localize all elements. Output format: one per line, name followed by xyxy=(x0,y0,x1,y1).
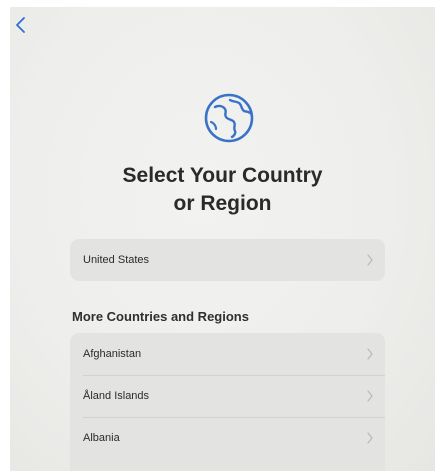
country-row-aland-islands[interactable]: Åland Islands xyxy=(70,375,385,417)
chevron-right-icon xyxy=(367,348,373,360)
more-countries-list: Afghanistan Åland Islands Albania xyxy=(70,333,385,471)
country-label: United States xyxy=(83,254,150,266)
chevron-right-icon xyxy=(367,432,373,444)
chevron-right-icon xyxy=(367,390,373,402)
page-title-line-2: or Region xyxy=(173,192,272,215)
photo-frame: Select Your Country or Region United Sta… xyxy=(0,0,439,471)
globe-icon xyxy=(204,93,254,143)
country-label: Åland Islands xyxy=(83,390,150,402)
chevron-left-icon[interactable] xyxy=(14,16,28,34)
suggested-country-list: United States xyxy=(70,239,385,281)
country-row-united-states[interactable]: United States xyxy=(70,239,385,281)
page-title-line-1: Select Your Country xyxy=(122,164,323,187)
page-title: Select Your Country or Region xyxy=(10,162,435,218)
country-label: Afghanistan xyxy=(83,348,142,360)
device-screen: Select Your Country or Region United Sta… xyxy=(10,7,435,471)
chevron-right-icon xyxy=(367,254,373,266)
country-row-albania[interactable]: Albania xyxy=(70,417,385,459)
country-row-afghanistan[interactable]: Afghanistan xyxy=(70,333,385,375)
country-label: Albania xyxy=(83,432,120,444)
section-header-more-countries: More Countries and Regions xyxy=(72,309,249,324)
